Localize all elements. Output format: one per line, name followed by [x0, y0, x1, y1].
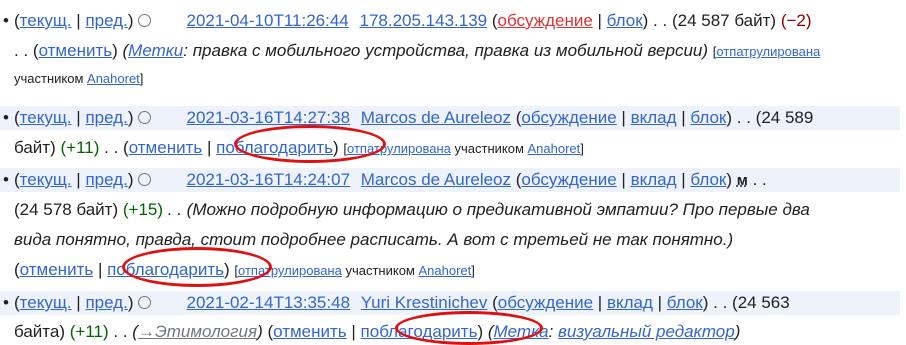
separator: |: [71, 11, 86, 30]
undo-link[interactable]: отменить: [129, 138, 203, 157]
patroller-link[interactable]: Anahoret: [528, 141, 581, 156]
tags: (Метки: правка с мобильного устройства, …: [122, 41, 709, 60]
dots: . .: [653, 11, 668, 30]
thank-link[interactable]: поблагодарить: [107, 260, 224, 279]
page-size-unit: байта): [14, 322, 66, 341]
list-bullet: •: [3, 170, 9, 189]
size-diff: (+11): [60, 138, 100, 157]
edit-summary-2: вида понятно, правда, стоит подробнее ра…: [14, 230, 734, 249]
talk-link[interactable]: обсуждение: [498, 11, 593, 30]
undo-link[interactable]: отменить: [273, 322, 347, 341]
compare-radio[interactable]: [137, 111, 151, 124]
tags-label-link[interactable]: Метки: [128, 41, 183, 60]
patrolled-link[interactable]: отпатрулирована: [347, 141, 451, 156]
size-diff: (−2): [780, 11, 812, 30]
entry-line-2: (24 578 байт) (+15) . . (Можно подробную…: [14, 199, 810, 221]
entry-line-2: . . (отменить) (Метки: правка с мобильно…: [14, 41, 821, 60]
cur-link[interactable]: текущ.: [20, 108, 72, 127]
undo-link[interactable]: отменить: [39, 41, 113, 60]
undo-link[interactable]: отменить: [20, 260, 94, 279]
block-link[interactable]: блок: [690, 170, 726, 189]
block-link[interactable]: блок: [690, 108, 726, 127]
minor-edit-flag: м: [736, 172, 748, 189]
patrolled-link[interactable]: отпатрулирована: [238, 263, 342, 278]
patrol-note: [отпатрулирована участником Anahoret]: [343, 141, 584, 156]
user-link[interactable]: Marcos de Aureleoz: [361, 170, 511, 189]
cur-link[interactable]: текущ.: [20, 11, 72, 30]
prev-link[interactable]: пред.: [85, 293, 127, 312]
contrib-link[interactable]: вклад: [631, 108, 677, 127]
patroller-link[interactable]: Anahoret: [87, 71, 140, 86]
patrolled-link[interactable]: отпатрулирована: [716, 44, 820, 59]
page-size: (24 587 байт): [671, 11, 777, 30]
dots: . .: [14, 41, 29, 60]
entry-line-1: (текущ. | пред.) 2021-04-10T11:26:44 178.…: [14, 11, 812, 30]
block-link[interactable]: блок: [667, 293, 703, 312]
list-bullet: •: [3, 11, 9, 30]
entry-line-1: (текущ. | пред.) 2021-03-16T14:24:07 Marc…: [14, 170, 767, 189]
patrol-note: [отпатрулирована: [712, 44, 821, 59]
contrib-link[interactable]: вклад: [607, 293, 653, 312]
patrolled-by: участником: [454, 141, 524, 156]
page-size-unit: байт): [14, 138, 56, 157]
entry-line-2: байт) (+11) . . (отменить | поблагодарит…: [14, 138, 584, 157]
thank-link[interactable]: поблагодарить: [216, 138, 333, 157]
talk-link[interactable]: обсуждение: [521, 108, 616, 127]
patrolled-by: участником: [345, 263, 415, 278]
revision-date-link[interactable]: 2021-03-16T14:24:07: [187, 170, 351, 189]
paren-close: ): [127, 11, 134, 30]
revision-date-link[interactable]: 2021-02-14T13:35:48: [187, 293, 351, 312]
section-summary: (→Этимология): [132, 322, 263, 341]
tags-text: : правка с мобильного устройства, правка…: [183, 41, 709, 60]
cur-link[interactable]: текущ.: [20, 293, 72, 312]
edit-summary-1: . . (Можно подробную информацию о предик…: [167, 200, 810, 219]
patrolled-by: участником: [14, 71, 84, 86]
prev-link[interactable]: пред.: [85, 11, 127, 30]
block-link[interactable]: блок: [607, 11, 643, 30]
prev-link[interactable]: пред.: [85, 108, 127, 127]
entry-line-2: байта) (+11) . . (→Этимология) (отменить…: [14, 322, 741, 341]
page-size: (24 578 байт): [14, 200, 119, 219]
user-link[interactable]: Marcos de Aureleoz: [361, 108, 511, 127]
size-diff: (+11): [69, 322, 109, 341]
patrol-note: [отпатрулирована участником Anahoret]: [234, 263, 475, 278]
compare-radio[interactable]: [137, 14, 151, 27]
list-bullet: •: [3, 108, 9, 127]
cur-link[interactable]: текущ.: [20, 170, 72, 189]
entry-line-3: участником Anahoret]: [14, 71, 144, 86]
revision-date-link[interactable]: 2021-03-16T14:27:38: [187, 108, 351, 127]
list-bullet: •: [3, 293, 9, 312]
entry-line-1: (текущ. | пред.) 2021-03-16T14:27:38 Marc…: [14, 108, 814, 127]
patroller-link[interactable]: Anahoret: [419, 263, 472, 278]
page-size: . . (24 589: [736, 108, 814, 127]
page-history-list: • (текущ. | пред.) 2021-04-10T11:26:44 17…: [0, 0, 906, 345]
entry-line-4: (отменить | поблагодарить) [отпатрулиров…: [14, 260, 475, 279]
size-diff: (+15): [122, 200, 164, 219]
talk-link[interactable]: обсуждение: [498, 293, 593, 312]
user-link[interactable]: Yuri Krestinichev: [361, 293, 488, 312]
section-link[interactable]: →Этимология: [138, 322, 257, 341]
revision-date-link[interactable]: 2021-04-10T11:26:44: [187, 11, 349, 30]
page-size: . . (24 563: [713, 293, 790, 312]
contrib-link[interactable]: вклад: [631, 170, 677, 189]
talk-link[interactable]: обсуждение: [521, 170, 616, 189]
user-link[interactable]: 178.205.143.139: [360, 11, 488, 30]
tag-label-link[interactable]: Метка: [494, 322, 549, 341]
compare-radio[interactable]: [137, 173, 151, 186]
tag-value-link[interactable]: визуальный редактор: [558, 322, 735, 341]
tag-note: (Метка: визуальный редактор): [487, 322, 741, 341]
dots: . .: [104, 138, 119, 157]
prev-link[interactable]: пред.: [85, 170, 127, 189]
entry-line-1: (текущ. | пред.) 2021-02-14T13:35:48 Yuri…: [14, 293, 790, 312]
compare-radio[interactable]: [137, 296, 151, 309]
thank-link[interactable]: поблагодарить: [361, 322, 478, 341]
